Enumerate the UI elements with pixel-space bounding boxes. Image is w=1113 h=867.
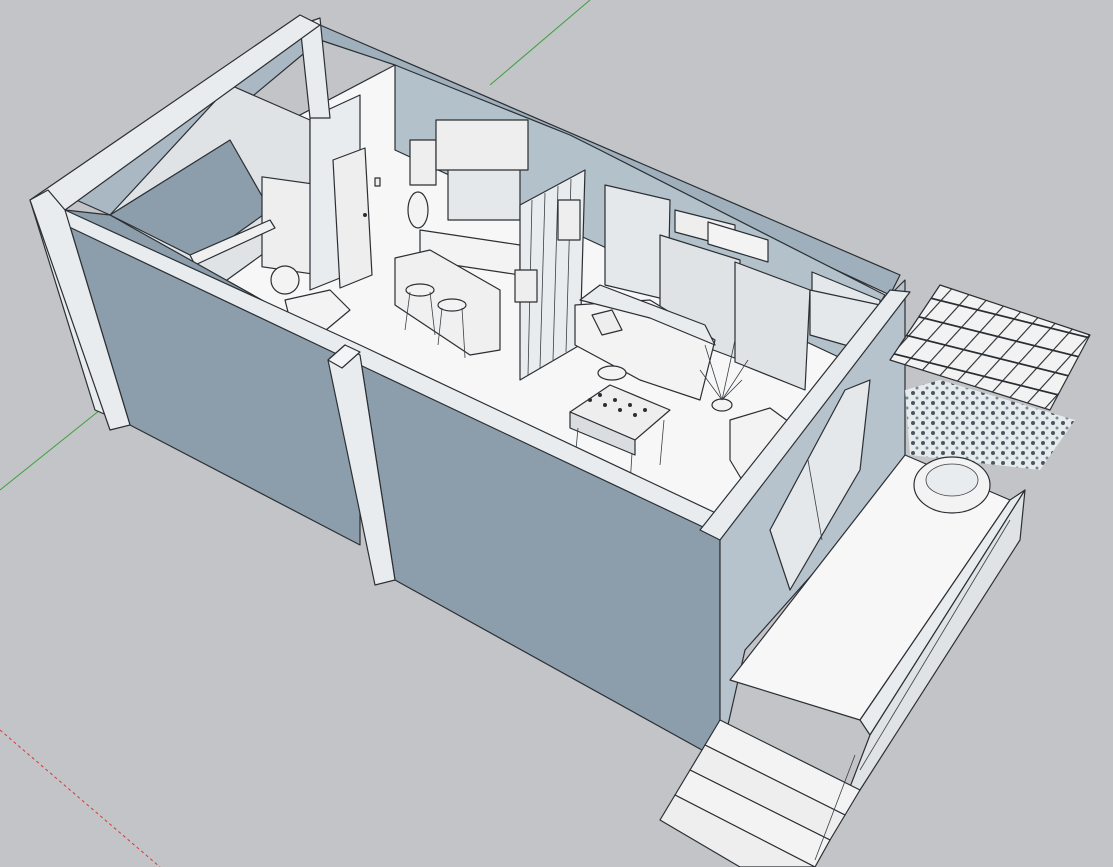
side-table[interactable] (597, 365, 627, 381)
light-switch[interactable] (374, 177, 381, 187)
slatted-divider[interactable] (514, 169, 586, 381)
water-cooler[interactable] (407, 191, 429, 229)
red-axis-line (0, 729, 161, 867)
bathroom-door[interactable] (332, 147, 373, 289)
toilet[interactable] (270, 265, 300, 295)
door-handle[interactable] (363, 213, 367, 217)
scene-canvas[interactable] (0, 0, 1113, 867)
model-viewport[interactable] (0, 0, 1113, 867)
patio-chair-seat (925, 463, 979, 497)
kitchen-shelf[interactable] (435, 119, 529, 171)
green-axis-line-lower (0, 409, 101, 491)
wall-picture[interactable] (409, 139, 437, 186)
green-axis-line (489, 0, 591, 86)
